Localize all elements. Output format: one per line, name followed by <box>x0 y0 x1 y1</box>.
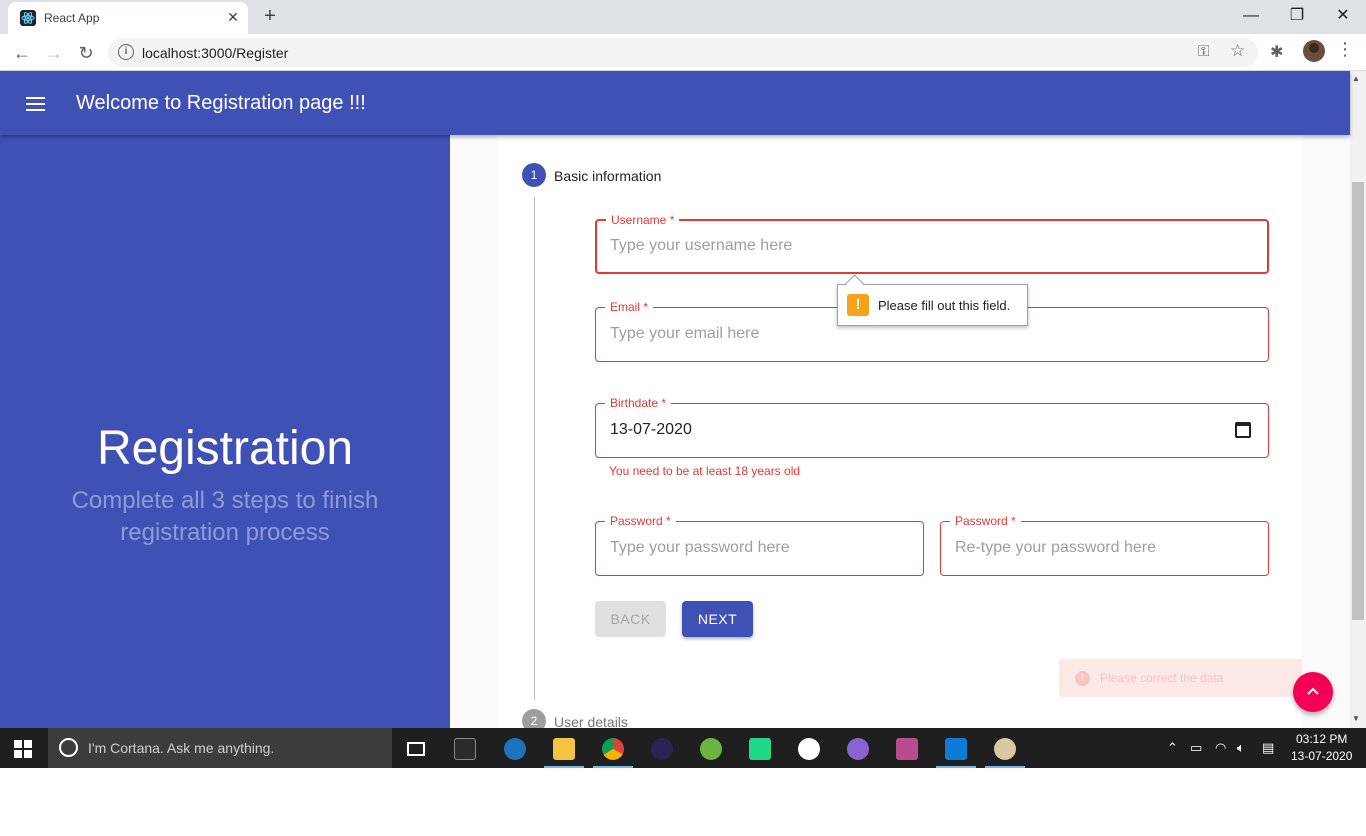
hero-title: Registration <box>96 422 354 475</box>
file-explorer-icon[interactable] <box>544 732 584 768</box>
profile-avatar[interactable] <box>1303 40 1325 62</box>
birthdate-field: Birthdate * <box>595 395 1269 458</box>
key-icon[interactable]: ⚿ <box>1198 43 1209 60</box>
back-arrow-icon[interactable]: ← <box>9 40 35 66</box>
task-view-icon[interactable] <box>396 732 436 768</box>
password-input[interactable] <box>610 539 905 557</box>
birthdate-input[interactable] <box>610 421 1215 439</box>
edge-browser-icon[interactable] <box>495 732 535 768</box>
email-label: Email * <box>605 299 654 315</box>
reload-icon[interactable]: ↻ <box>73 40 99 66</box>
screen-bottom-area <box>0 768 1366 836</box>
wifi-icon[interactable]: ◠ <box>1215 740 1226 756</box>
password-field: Password * <box>595 513 924 576</box>
scroll-up-arrow-icon[interactable]: ▲ <box>1352 74 1360 83</box>
username-label: Username * <box>606 212 680 228</box>
scroll-down-arrow-icon[interactable]: ▼ <box>1352 714 1360 723</box>
snackbar-text: Please correct the data <box>1100 671 1224 685</box>
forward-arrow-icon[interactable]: → <box>41 40 67 66</box>
username-input[interactable] <box>610 237 1213 255</box>
battery-icon[interactable]: ▭ <box>1190 740 1202 756</box>
url-text[interactable]: localhost:3000/Register <box>142 45 288 61</box>
windows-taskbar: I'm Cortana. Ask me anything. ⌃ ▭ ◠ 🔈︎ ▤… <box>0 728 1366 768</box>
minimize-button[interactable]: — <box>1228 3 1274 29</box>
scroll-top-button[interactable] <box>1293 672 1333 712</box>
validation-tooltip-text: Please fill out this field. <box>878 298 1011 313</box>
site-info-icon[interactable]: i <box>118 44 134 60</box>
cortana-placeholder: I'm Cortana. Ask me anything. <box>88 740 275 756</box>
step-1-icon: 1 <box>522 163 546 187</box>
password-label: Password * <box>605 513 676 529</box>
address-bar[interactable]: i localhost:3000/Register ⚿ ☆ <box>108 38 1258 67</box>
bookmark-star-icon[interactable]: ☆ <box>1230 41 1245 61</box>
vscode-icon[interactable] <box>936 732 976 768</box>
windows-start-icon[interactable] <box>14 740 32 758</box>
github-desktop-icon[interactable] <box>838 732 878 768</box>
calendar-icon[interactable] <box>1235 422 1251 438</box>
extensions-puzzle-icon[interactable]: ✱ <box>1270 42 1283 62</box>
browser-tab-bar: React App ✕ + — ❐ ✕ <box>0 0 1366 34</box>
close-window-button[interactable]: ✕ <box>1320 3 1366 29</box>
password-confirm-input[interactable] <box>955 539 1250 557</box>
hero-subtitle: Complete all 3 steps to finish registrat… <box>71 487 379 546</box>
notifications-icon[interactable]: ▤ <box>1262 740 1274 756</box>
chevron-up-icon <box>1307 687 1319 695</box>
restore-button[interactable]: ❐ <box>1274 3 1320 29</box>
tray-chevron-icon[interactable]: ⌃ <box>1167 740 1178 756</box>
username-field: Username * <box>595 212 1269 274</box>
react-logo-icon <box>20 10 36 26</box>
paint-icon[interactable] <box>985 732 1025 768</box>
back-button[interactable]: BACK <box>595 601 666 637</box>
app-m-icon[interactable] <box>887 732 927 768</box>
new-tab-button[interactable]: + <box>258 5 282 29</box>
next-button[interactable]: NEXT <box>682 601 753 637</box>
slack-icon[interactable] <box>789 732 829 768</box>
birthdate-label: Birthdate * <box>605 395 672 411</box>
error-snackbar: ! Please correct the data <box>1059 659 1302 697</box>
eclipse-icon[interactable] <box>642 732 682 768</box>
error-icon: ! <box>1075 671 1090 686</box>
pycharm-icon[interactable] <box>740 732 780 768</box>
step-1-label: Basic information <box>554 168 662 184</box>
warning-icon: ! <box>847 294 869 316</box>
app-bar: Welcome to Registration page !!! <box>0 71 1350 135</box>
scrollbar-thumb[interactable] <box>1352 182 1364 620</box>
email-input[interactable] <box>610 325 1215 343</box>
browser-toolbar: ← → ↻ i localhost:3000/Register ⚿ ☆ ✱ ⋮ <box>0 34 1366 71</box>
password-confirm-label: Password * <box>950 513 1021 529</box>
terminal-icon[interactable] <box>445 732 485 768</box>
hamburger-menu-icon[interactable] <box>26 97 46 111</box>
clock-time[interactable]: 03:12 PM <box>1296 732 1347 746</box>
more-menu-icon[interactable]: ⋮ <box>1336 39 1354 60</box>
browser-tab[interactable]: React App ✕ <box>8 2 248 34</box>
cortana-search-box[interactable]: I'm Cortana. Ask me anything. <box>48 728 392 768</box>
stepper-connector <box>534 197 535 700</box>
validation-tooltip: ! Please fill out this field. <box>837 284 1028 326</box>
chrome-icon[interactable] <box>593 732 633 768</box>
tab-title: React App <box>44 11 100 25</box>
cortana-icon <box>59 738 78 757</box>
birthdate-error-text: You need to be at least 18 years old <box>609 464 801 478</box>
hero-panel: Registration Complete all 3 steps to fin… <box>0 135 450 728</box>
clock-date[interactable]: 13-07-2020 <box>1291 749 1352 763</box>
volume-icon[interactable]: 🔈︎ <box>1237 740 1245 756</box>
tab-close-icon[interactable]: ✕ <box>224 8 242 26</box>
spring-tool-icon[interactable] <box>691 732 731 768</box>
app-bar-title: Welcome to Registration page !!! <box>76 92 366 114</box>
password-confirm-field: Password * <box>940 513 1269 576</box>
